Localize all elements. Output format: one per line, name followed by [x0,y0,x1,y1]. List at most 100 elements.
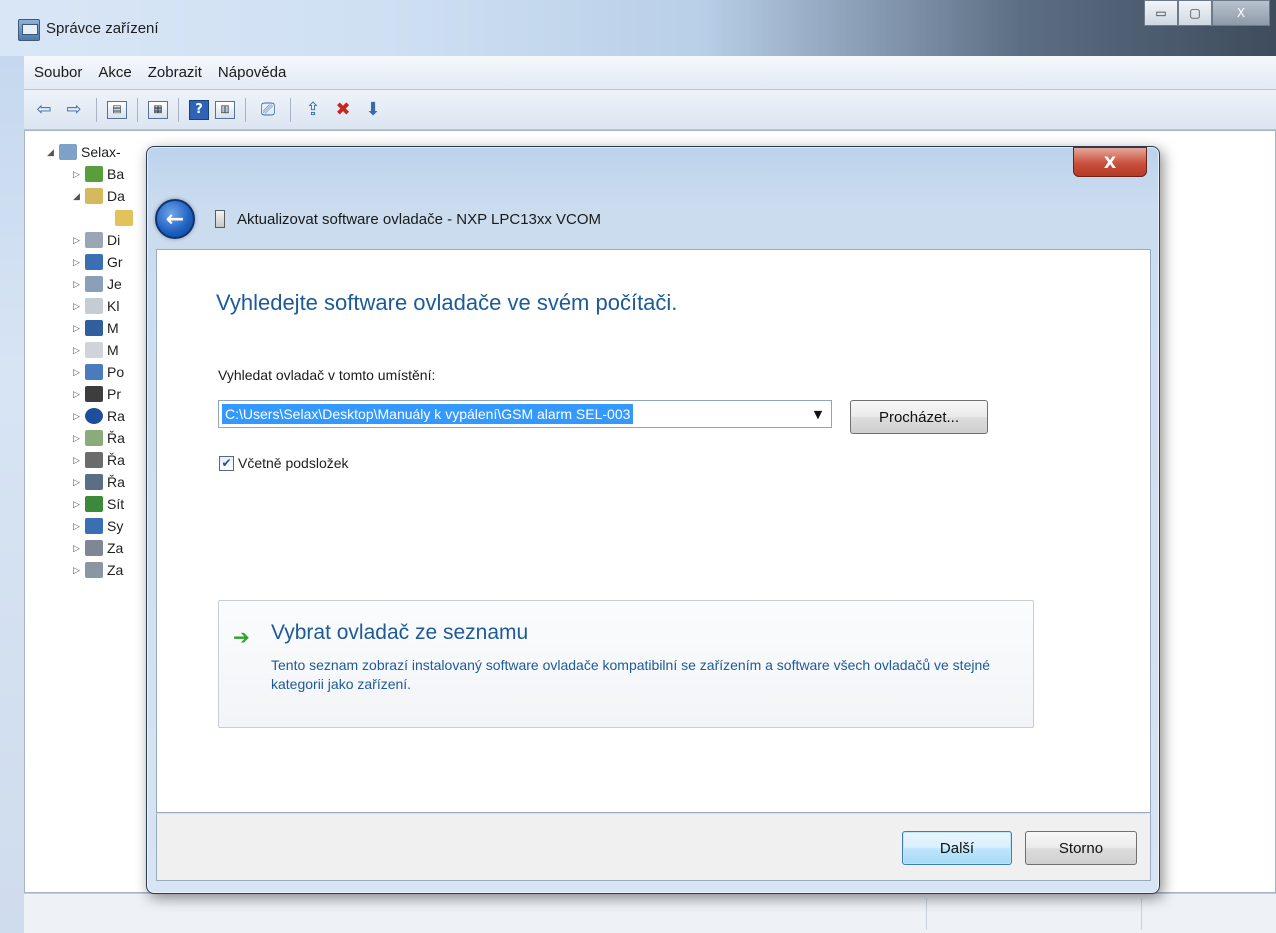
imaging-device-icon [85,540,103,556]
expand-arrow-icon[interactable]: ▷ [73,411,85,422]
help-icon[interactable]: ? [189,99,209,120]
dialog-footer: Další Storno [156,813,1151,881]
expand-arrow-icon[interactable]: ▷ [73,543,85,554]
expand-arrow-icon[interactable]: ▷ [73,169,85,180]
battery-icon [85,166,103,182]
dialog-close-button[interactable]: X [1073,147,1147,177]
include-subfolders-checkbox[interactable]: ✔ Včetně podsložek [219,455,349,471]
menu-zobrazit[interactable]: Zobrazit [148,64,202,81]
warning-device-icon [115,210,133,226]
tree-item[interactable]: ▷ Ra [73,405,125,427]
menu-soubor[interactable]: Soubor [34,64,82,81]
uninstall-icon[interactable]: ✖ [331,98,355,122]
tree-item[interactable]: ▷ M [73,317,119,339]
next-button[interactable]: Další [902,831,1012,865]
tree-item-label: Řa [107,430,125,446]
location-combobox[interactable]: C:\Users\Selax\Desktop\Manuály k vypálen… [218,400,832,428]
tree-item[interactable] [115,207,137,229]
expand-arrow-icon[interactable]: ▷ [73,521,85,532]
expand-arrow-icon[interactable]: ▷ [73,499,85,510]
back-arrow-icon: ← [165,206,185,232]
scan-hardware-icon[interactable]: ⎚ [256,98,280,122]
menu-napoveda[interactable]: Nápověda [218,64,286,81]
checkmark-icon[interactable]: ✔ [219,455,234,471]
tree-root[interactable]: ◢ Selax- [47,141,121,163]
expand-arrow-icon[interactable]: ▷ [73,235,85,246]
menu-akce[interactable]: Akce [98,64,131,81]
display-adapter-icon [85,254,103,270]
console-icon[interactable]: ▦ [148,100,168,119]
device-manager-icon [18,19,40,41]
expand-arrow-icon[interactable]: ▷ [73,389,85,400]
pick-from-list-option[interactable]: ➔ Vybrat ovladač ze seznamu Tento seznam… [218,600,1034,728]
ide-controller-icon [85,276,103,292]
maximize-button[interactable]: ▢ [1178,0,1212,26]
expand-arrow-icon[interactable]: ▷ [73,323,85,334]
usb-controller-icon [85,452,103,468]
tree-item[interactable]: ▷ Ba [73,163,124,185]
expand-arrow-icon[interactable]: ▷ [73,345,85,356]
tree-item-label: Je [107,276,122,292]
tree-item-label: Řa [107,474,125,490]
toolbar: ⇦ ⇨ ▤ ▦ ? ▥ ⎚ ⇪ ✖ ⬇ [24,90,1276,130]
tree-item-label: M [107,320,119,336]
dialog-content: Vyhledejte software ovladače ve svém poč… [156,249,1151,813]
location-input[interactable]: C:\Users\Selax\Desktop\Manuály k vypálen… [222,404,634,424]
tree-item[interactable]: ▷ Za [73,537,123,559]
tree-item[interactable]: ▷ Sít [73,493,124,515]
expand-arrow-icon[interactable]: ▷ [73,257,85,268]
tree-item[interactable]: ◢ Da [73,185,125,207]
tree-item[interactable]: ▷ Di [73,229,120,251]
expand-arrow-icon[interactable]: ▷ [73,565,85,576]
back-arrow-icon[interactable]: ⇦ [32,98,56,122]
browse-button[interactable]: Procházet... [850,400,988,434]
location-label: Vyhledat ovladač v tomto umístění: [218,367,436,383]
expand-arrow-icon[interactable]: ▷ [73,301,85,312]
status-divider [926,898,927,930]
collapse-arrow-icon[interactable]: ◢ [47,147,59,158]
tree-item[interactable]: ▷ Pr [73,383,121,405]
expand-arrow-icon[interactable]: ▷ [73,367,85,378]
cancel-button[interactable]: Storno [1025,831,1137,865]
expand-arrow-icon[interactable]: ▷ [73,455,85,466]
window-close-button[interactable]: X [1212,0,1270,26]
tree-item[interactable]: ▷ Gr [73,251,123,273]
include-subfolders-label[interactable]: Včetně podsložek [238,455,349,471]
expand-arrow-icon[interactable]: ▷ [73,279,85,290]
tree-item-label: Gr [107,254,123,270]
tree-item-label: Sít [107,496,125,512]
tree-item[interactable]: ▷ Řa [73,427,125,449]
tree-item[interactable]: ▷ Po [73,361,124,383]
update-driver-dialog: X ← Aktualizovat software ovladače - NXP… [146,146,1160,894]
tree-item[interactable]: ▷ M [73,339,119,361]
forward-arrow-icon[interactable]: ⇨ [62,98,86,122]
network-adapter-icon [85,496,103,512]
tree-item[interactable]: ▷ Je [73,273,122,295]
dialog-title: Aktualizovat software ovladače - NXP LPC… [237,210,602,228]
tree-item-label: Ra [107,408,125,424]
tree-item-label: Kl [107,298,120,314]
back-button[interactable]: ← [155,199,195,239]
dropdown-arrow-icon[interactable]: ▼ [805,401,831,427]
tree-item[interactable]: ▷ Za [73,559,123,581]
tree-item-label: Řa [107,452,125,468]
properties-icon[interactable]: ▤ [107,100,127,119]
window-titlebar[interactable]: Správce zařízení ▭ ▢ X [0,0,1276,56]
tree-item[interactable]: ▷ Řa [73,449,125,471]
unknown-device-icon [85,188,103,204]
ports-icon [85,364,103,380]
tree-item[interactable]: ▷ Kl [73,295,119,317]
enable-device-icon[interactable]: ⬇ [361,98,385,122]
update-driver-icon[interactable]: ⇪ [301,98,325,122]
tree-item[interactable]: ▷ Sy [73,515,123,537]
expand-arrow-icon[interactable]: ▷ [73,433,85,444]
tree-item[interactable]: ▷ Řa [73,471,125,493]
page-heading: Vyhledejte software ovladače ve svém poč… [216,290,678,315]
minimize-button[interactable]: ▭ [1144,0,1178,26]
pick-from-list-title[interactable]: Vybrat ovladač ze seznamu [271,621,528,645]
controller-icon [85,430,103,446]
collapse-arrow-icon[interactable]: ◢ [73,191,85,202]
expand-arrow-icon[interactable]: ▷ [73,477,85,488]
view-icon[interactable]: ▥ [215,100,235,119]
status-divider [1141,898,1142,930]
